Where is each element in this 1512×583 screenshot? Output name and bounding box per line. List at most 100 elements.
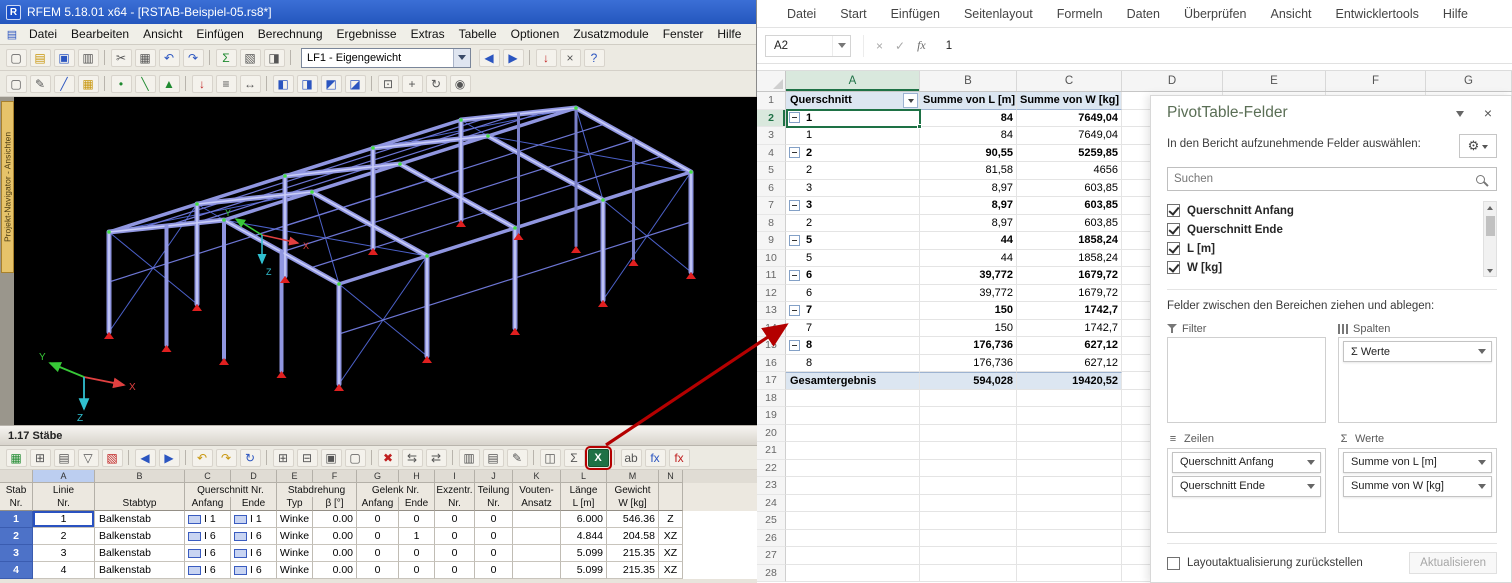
cell-querschnitt-ende[interactable]: I 6 — [231, 545, 277, 562]
member-icon[interactable]: ╲ — [135, 75, 156, 93]
pill-querschnitt-anfang[interactable]: Querschnitt Anfang — [1172, 452, 1321, 473]
cell-teilung[interactable]: 0 — [475, 511, 513, 528]
ole-export-icon[interactable]: ◫ — [540, 449, 561, 467]
table-list-icon[interactable]: ▦ — [6, 449, 27, 467]
cell-b[interactable]: 84 — [920, 127, 1017, 145]
letter-cell[interactable]: E — [277, 470, 313, 483]
cell-linie[interactable]: 4 — [33, 562, 95, 579]
cell-querschnitt-anfang[interactable]: I 6 — [185, 528, 231, 545]
row-number[interactable]: 10 — [757, 250, 786, 268]
menu-einfuegen[interactable]: Einfügen — [189, 25, 250, 43]
view-iso-icon[interactable]: ◪ — [345, 75, 366, 93]
cell-c[interactable] — [1017, 547, 1122, 565]
letter-cell[interactable]: I — [435, 470, 475, 483]
enter-icon[interactable]: ✓ — [895, 39, 905, 53]
table-colors-icon[interactable]: ▧ — [102, 449, 123, 467]
chevron-down-icon[interactable] — [1307, 460, 1315, 469]
help-icon[interactable]: ? — [584, 49, 605, 67]
row-number[interactable]: 4 — [757, 145, 786, 163]
table-rows-icon[interactable]: ▤ — [54, 449, 75, 467]
row-number[interactable]: 24 — [757, 495, 786, 513]
rename-icon[interactable]: ab — [621, 449, 642, 467]
prev-table-icon[interactable]: ◀ — [135, 449, 156, 467]
sum-icon[interactable]: Σ — [564, 449, 585, 467]
cell-gewicht[interactable]: 215.35 — [607, 545, 659, 562]
close-icon[interactable]: × — [1479, 105, 1497, 121]
cell-c[interactable] — [1017, 495, 1122, 513]
cell-gelenk-ende[interactable]: 1 — [399, 528, 435, 545]
cell-a[interactable]: Gesamtergebnis — [786, 372, 920, 390]
menu-tabelle[interactable]: Tabelle — [452, 25, 504, 43]
cell-gelenk-ende[interactable]: 0 — [399, 545, 435, 562]
cell-c[interactable]: 4656 — [1017, 162, 1122, 180]
shaded-view-icon[interactable]: ◉ — [450, 75, 471, 93]
cell-linie[interactable]: 2 — [33, 528, 95, 545]
scroll-up-icon[interactable] — [1484, 202, 1496, 214]
row-number[interactable]: 13 — [757, 302, 786, 320]
letter-cell[interactable]: B — [95, 470, 185, 483]
cell-a[interactable] — [786, 425, 920, 443]
cell-b[interactable]: 8,97 — [920, 215, 1017, 233]
cell-a[interactable]: 5 — [786, 232, 920, 250]
cell-querschnitt-ende[interactable]: I 6 — [231, 562, 277, 579]
cell-b[interactable] — [920, 477, 1017, 495]
cell-gewicht[interactable]: 546.36 — [607, 511, 659, 528]
view-xz-icon[interactable]: ◨ — [297, 75, 318, 93]
cell-c[interactable]: 5259,85 — [1017, 145, 1122, 163]
column-header[interactable]: B — [920, 71, 1017, 91]
row-number[interactable]: 23 — [757, 477, 786, 495]
letter-cell[interactable]: C — [185, 470, 231, 483]
letter-cell[interactable]: F — [313, 470, 357, 483]
menu-extras[interactable]: Extras — [404, 25, 452, 43]
cell-a[interactable]: 1 — [786, 110, 920, 128]
chevron-down-icon[interactable] — [1478, 460, 1486, 469]
row-number[interactable]: 2 — [757, 110, 786, 128]
cell-b[interactable]: 44 — [920, 232, 1017, 250]
insert-row-icon[interactable]: ⊞ — [273, 449, 294, 467]
cell-gelenk-anfang[interactable]: 0 — [357, 528, 399, 545]
function-delete-icon[interactable]: fx — [669, 449, 690, 467]
cell-a[interactable]: 2 — [786, 215, 920, 233]
tab-start[interactable]: Start — [828, 2, 878, 26]
cell-c[interactable] — [1017, 565, 1122, 583]
row-number[interactable]: 11 — [757, 267, 786, 285]
tab-daten[interactable]: Daten — [1115, 2, 1172, 26]
cell-exzentrizitaet[interactable]: 0 — [435, 511, 475, 528]
row-number[interactable]: 19 — [757, 407, 786, 425]
clear-row-icon[interactable]: ▢ — [345, 449, 366, 467]
cell-gelenk-ende[interactable]: 0 — [399, 511, 435, 528]
print-icon[interactable]: ▥ — [78, 49, 99, 67]
menu-ansicht[interactable]: Ansicht — [136, 25, 189, 43]
row-number[interactable]: 15 — [757, 337, 786, 355]
cell-a[interactable]: 8 — [786, 337, 920, 355]
cell-stabtyp[interactable]: Balkenstab — [95, 528, 185, 545]
cell-c[interactable] — [1017, 460, 1122, 478]
row-number[interactable]: 4 — [0, 562, 33, 579]
filter-dropzone[interactable] — [1167, 337, 1326, 423]
row-number[interactable]: 7 — [757, 197, 786, 215]
cell-c[interactable] — [1017, 477, 1122, 495]
row-number[interactable]: 21 — [757, 442, 786, 460]
select-icon[interactable]: ▢ — [6, 75, 27, 93]
field-querschnitt-ende[interactable]: Querschnitt Ende — [1167, 220, 1479, 239]
letter-cell[interactable] — [0, 470, 33, 483]
cell-teilung[interactable]: 0 — [475, 562, 513, 579]
cell-beta[interactable]: 0.00 — [313, 545, 357, 562]
render-mode-icon[interactable]: ◨ — [264, 49, 285, 67]
row-number[interactable]: 8 — [757, 215, 786, 233]
cell-querschnitt-ende[interactable]: I 1 — [231, 511, 277, 528]
cell-teilung[interactable]: 0 — [475, 528, 513, 545]
cell-laenge[interactable]: 4.844 — [561, 528, 607, 545]
cell-a[interactable]: 7 — [786, 302, 920, 320]
cell-a[interactable] — [786, 495, 920, 513]
checkbox-checked-icon[interactable] — [1167, 223, 1180, 236]
cell-gelenk-ende[interactable]: 0 — [399, 562, 435, 579]
cell-b[interactable] — [920, 565, 1017, 583]
cell-b[interactable] — [920, 407, 1017, 425]
row-number[interactable]: 27 — [757, 547, 786, 565]
import-icon[interactable]: ⇆ — [402, 449, 423, 467]
cell-a[interactable]: 7 — [786, 320, 920, 338]
scrollbar-thumb[interactable] — [1486, 216, 1495, 236]
cell-b[interactable] — [920, 495, 1017, 513]
chevron-down-icon[interactable] — [453, 49, 470, 67]
